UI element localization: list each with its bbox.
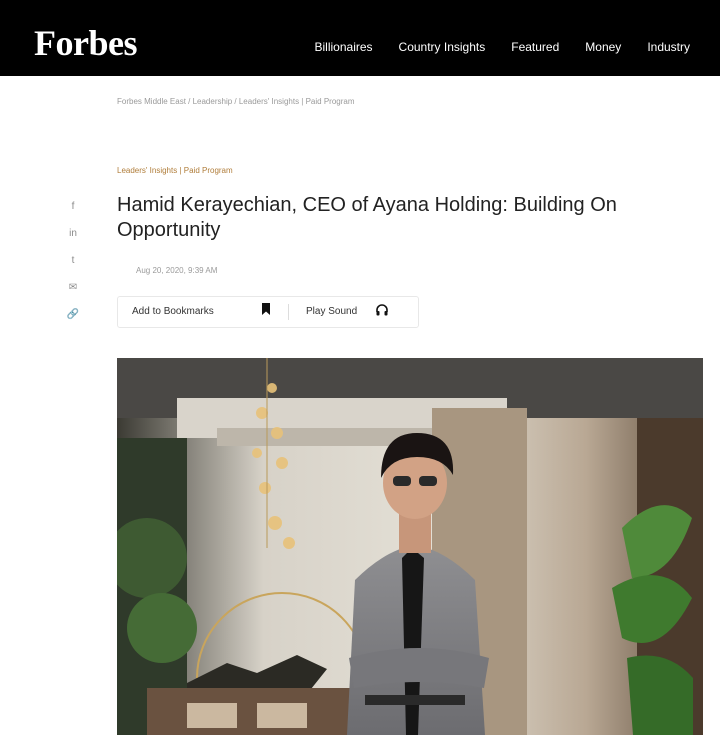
share-bar: f in t ✉ 🔗 (58, 198, 88, 323)
hero-photo (117, 358, 703, 735)
twitter-icon[interactable]: t (58, 252, 88, 269)
email-icon[interactable]: ✉ (58, 279, 88, 296)
play-sound-button[interactable]: Play Sound (306, 306, 357, 317)
nav-item-country-insights[interactable]: Country Insights (399, 40, 486, 54)
article-kicker[interactable]: Leaders' Insights | Paid Program (117, 166, 233, 175)
article-date: Aug 20, 2020, 9:39 AM (136, 266, 218, 275)
add-to-bookmarks-button[interactable]: Add to Bookmarks (132, 306, 214, 317)
linkedin-icon[interactable]: in (58, 225, 88, 242)
headphones-icon[interactable] (376, 304, 388, 319)
nav-item-industry[interactable]: Industry (647, 40, 690, 54)
link-icon[interactable]: 🔗 (58, 306, 88, 323)
bookmark-icon[interactable] (261, 303, 271, 318)
action-divider (288, 304, 289, 320)
facebook-icon[interactable]: f (58, 198, 88, 215)
breadcrumb[interactable]: Forbes Middle East / Leadership / Leader… (117, 97, 355, 106)
nav-item-money[interactable]: Money (585, 40, 621, 54)
nav-item-featured[interactable]: Featured (511, 40, 559, 54)
nav-item-billionaires[interactable]: Billionaires (315, 40, 373, 54)
main-nav: Billionaires Country Insights Featured M… (315, 40, 691, 54)
article-action-bar: Add to Bookmarks Play Sound (117, 296, 419, 328)
forbes-logo[interactable]: Forbes (34, 22, 137, 64)
article-title: Hamid Kerayechian, CEO of Ayana Holding:… (117, 194, 617, 241)
site-header: Forbes Billionaires Country Insights Fea… (0, 0, 720, 76)
